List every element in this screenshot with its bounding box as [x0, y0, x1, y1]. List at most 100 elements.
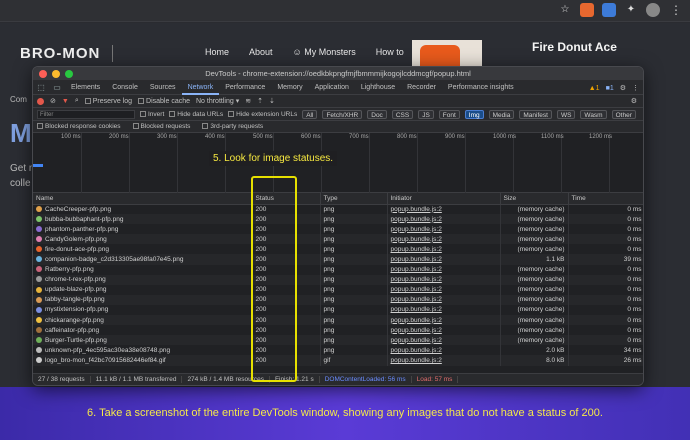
- third-party-checkbox[interactable]: 3rd-party requests: [202, 123, 263, 130]
- warning-count[interactable]: ▲1: [589, 85, 600, 92]
- more-options-icon[interactable]: ⋮: [632, 84, 639, 92]
- request-initiator[interactable]: popup.bundle.js:2: [387, 214, 501, 225]
- chip-doc[interactable]: Doc: [367, 109, 387, 119]
- table-row[interactable]: bubba-bubbaphant-pfp.png 200 png popup.bund…: [33, 214, 643, 225]
- table-row[interactable]: chickarange-pfp.png 200 png popup.bundle.js…: [33, 315, 643, 326]
- table-row[interactable]: Ratberry-pfp.png 200 png popup.bundle.js:2(…: [33, 264, 643, 275]
- chip-manifest[interactable]: Manifest: [519, 109, 552, 119]
- download-icon[interactable]: ⇣: [269, 97, 275, 105]
- puzzle-icon[interactable]: ✦: [624, 3, 638, 17]
- blocked-requests-checkbox[interactable]: Blocked requests: [132, 123, 190, 130]
- issue-count[interactable]: ■1: [606, 85, 614, 92]
- network-settings-icon[interactable]: ⚙: [631, 97, 637, 105]
- extension-icon[interactable]: [580, 3, 594, 17]
- table-row[interactable]: phantom-panther-pfp.png 200 png popup.bundl…: [33, 224, 643, 235]
- tab-memory[interactable]: Memory: [271, 81, 308, 95]
- browser-menu-icon[interactable]: ⋮: [670, 3, 682, 17]
- blocked-cookies-checkbox[interactable]: Blocked response cookies: [37, 123, 121, 130]
- wifi-icon[interactable]: ≋: [245, 97, 251, 105]
- column-header-type[interactable]: Type: [320, 193, 388, 205]
- profile-icon[interactable]: [646, 3, 660, 17]
- invert-checkbox[interactable]: Invert: [140, 111, 164, 118]
- hide-extension-urls-checkbox[interactable]: Hide extension URLs: [228, 111, 297, 118]
- tab-recorder[interactable]: Recorder: [401, 81, 442, 95]
- nav-link-my-monsters[interactable]: ☺ My Monsters: [293, 47, 356, 57]
- column-header-time[interactable]: Time: [568, 193, 643, 205]
- image-file-icon: [36, 337, 42, 344]
- chip-other[interactable]: Other: [611, 109, 636, 119]
- column-header-size[interactable]: Size: [500, 193, 569, 205]
- table-row[interactable]: logo_bro-mon_f42bc70915682446ef84.gif 200…: [33, 355, 643, 366]
- tab-lighthouse[interactable]: Lighthouse: [355, 81, 401, 95]
- request-initiator[interactable]: popup.bundle.js:2: [387, 234, 501, 245]
- filter-icon[interactable]: ▼: [62, 98, 69, 105]
- request-size: (memory cache): [500, 204, 569, 215]
- request-initiator[interactable]: popup.bundle.js:2: [387, 355, 501, 366]
- column-header-initiator[interactable]: Initiator: [387, 193, 501, 205]
- chip-wasm[interactable]: Wasm: [580, 109, 607, 119]
- chip-ws[interactable]: WS: [556, 109, 576, 119]
- table-row[interactable]: mystixtension-pfp.png 200 png popup.bundle.…: [33, 304, 643, 316]
- monster-name: Fire Donut Ace: [532, 40, 617, 54]
- chip-all[interactable]: All: [302, 109, 318, 119]
- settings-gear-icon[interactable]: ⚙: [620, 84, 626, 92]
- chip-font[interactable]: Font: [438, 109, 460, 119]
- table-row[interactable]: CandyGolem-pfp.png 200 png popup.bundle.js:…: [33, 234, 643, 245]
- tab-network[interactable]: Network: [181, 81, 220, 95]
- record-icon[interactable]: [37, 97, 44, 105]
- table-row[interactable]: fire-donut-ace-pfp.png 200 png popup.bundle…: [33, 244, 643, 255]
- extension-icon[interactable]: [602, 3, 616, 17]
- nav-link-home[interactable]: Home: [205, 47, 229, 57]
- device-toolbar-icon[interactable]: ▭: [52, 83, 62, 93]
- nav-link-how-to[interactable]: How to: [376, 47, 404, 57]
- search-icon[interactable]: ⌕: [75, 97, 79, 105]
- tab-sources[interactable]: Sources: [144, 81, 182, 95]
- throttling-select[interactable]: No throttling ▾: [196, 97, 239, 105]
- network-timeline[interactable]: 100 ms 200 ms 300 ms 400 ms 500 ms 600 ms 700 …: [33, 133, 643, 193]
- chip-js[interactable]: JS: [418, 109, 434, 119]
- table-row[interactable]: caffeinator-pfp.png 200 png popup.bundle.js…: [33, 325, 643, 336]
- column-header-name[interactable]: Name: [33, 193, 253, 205]
- request-time: 39 ms: [568, 254, 643, 265]
- table-row[interactable]: update-blaze-pfp.png 200 png popup.bundle.j…: [33, 284, 643, 295]
- filter-input[interactable]: Filter: [37, 109, 135, 119]
- table-row[interactable]: companion-badge_c2d313305ae98fa07e45.png…: [33, 254, 643, 265]
- request-initiator[interactable]: popup.bundle.js:2: [387, 254, 501, 265]
- request-initiator[interactable]: popup.bundle.js:2: [387, 204, 501, 215]
- request-initiator[interactable]: popup.bundle.js:2: [387, 315, 501, 326]
- table-row[interactable]: Burger-Turtle-pfp.png 200 png popup.bundle.…: [33, 335, 643, 346]
- tab-performance[interactable]: Performance: [219, 81, 271, 95]
- table-row[interactable]: tabby-tangle-pfp.png 200 png popup.bundle.j…: [33, 294, 643, 305]
- request-initiator[interactable]: popup.bundle.js:2: [387, 304, 501, 316]
- request-initiator[interactable]: popup.bundle.js:2: [387, 325, 501, 336]
- table-row[interactable]: CacheCreeper-pfp.png 200 png popup.bundle.j…: [33, 204, 643, 215]
- preserve-log-checkbox[interactable]: Preserve log: [84, 98, 132, 105]
- tab-elements[interactable]: Elements: [65, 81, 106, 95]
- chip-media[interactable]: Media: [488, 109, 515, 119]
- nav-link-about[interactable]: About: [249, 47, 273, 57]
- clear-icon[interactable]: ⊘: [50, 97, 56, 105]
- tab-console[interactable]: Console: [106, 81, 144, 95]
- star-icon[interactable]: ☆: [558, 3, 572, 17]
- tab-performance-insights[interactable]: Performance insights: [442, 81, 520, 95]
- table-row[interactable]: chrome-t-rex-pfp.png 200 png popup.bundle.j…: [33, 274, 643, 285]
- tab-application[interactable]: Application: [309, 81, 355, 95]
- site-logo[interactable]: BRO-MON: [20, 45, 114, 62]
- request-initiator[interactable]: popup.bundle.js:2: [387, 274, 501, 285]
- upload-icon[interactable]: ⇡: [257, 97, 263, 105]
- chip-img[interactable]: Img: [464, 109, 484, 119]
- request-initiator[interactable]: popup.bundle.js:2: [387, 345, 501, 356]
- hide-data-urls-checkbox[interactable]: Hide data URLs: [169, 111, 223, 118]
- request-initiator[interactable]: popup.bundle.js:2: [387, 264, 501, 275]
- chip-fetch-xhr[interactable]: Fetch/XHR: [322, 109, 363, 119]
- table-row[interactable]: unknown-pfp_4ec595ac30ea38e08748.png 200 p…: [33, 345, 643, 356]
- inspect-icon[interactable]: ⬚: [36, 83, 46, 93]
- request-type: png: [320, 304, 388, 316]
- request-initiator[interactable]: popup.bundle.js:2: [387, 224, 501, 235]
- request-initiator[interactable]: popup.bundle.js:2: [387, 335, 501, 346]
- request-initiator[interactable]: popup.bundle.js:2: [387, 294, 501, 305]
- chip-css[interactable]: CSS: [391, 109, 414, 119]
- disable-cache-checkbox[interactable]: Disable cache: [138, 98, 190, 105]
- request-initiator[interactable]: popup.bundle.js:2: [387, 244, 501, 255]
- request-initiator[interactable]: popup.bundle.js:2: [387, 284, 501, 295]
